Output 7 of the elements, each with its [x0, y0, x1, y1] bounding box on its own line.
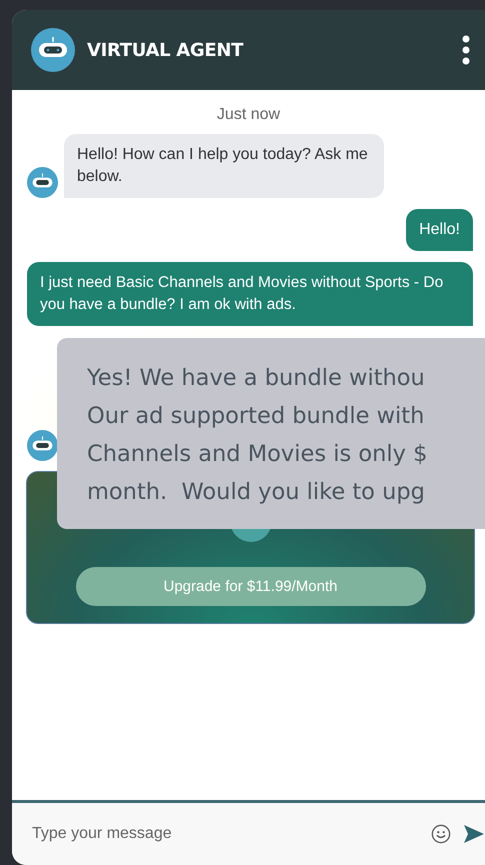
message-popup: Yes! We have a bundle withou Our ad supported bundle with Channels and Movies is only $ month. Would you like to upg	[57, 338, 485, 529]
upgrade-button[interactable]: Upgrade for $11.99/Month	[76, 567, 426, 606]
timestamp: Just now	[216, 106, 280, 124]
user-message: Hello!	[406, 209, 473, 251]
window-title: VIRTUAL AGENT	[87, 40, 244, 60]
bot-message: Hello! How can I help you today? Ask me below.	[64, 134, 384, 198]
user-message: I just need Basic Channels and Movies without Sports - Do you have a bundle? I am ok with ads.	[27, 262, 473, 326]
